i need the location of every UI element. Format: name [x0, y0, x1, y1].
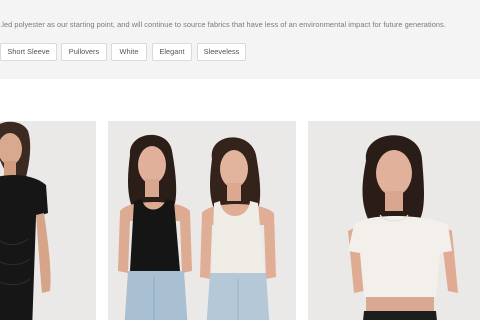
tag-white[interactable]: White — [111, 43, 147, 61]
product-card[interactable] — [308, 121, 480, 320]
collection-description: ...led polyester as our starting point, … — [0, 20, 446, 29]
product-image — [108, 121, 296, 320]
collection-header: ...led polyester as our starting point, … — [0, 0, 480, 79]
tag-pullovers[interactable]: Pullovers — [61, 43, 107, 61]
tag-elegant[interactable]: Elegant — [152, 43, 192, 61]
product-image — [0, 121, 96, 320]
tag-short-sleeve[interactable]: Short Sleeve — [0, 43, 57, 61]
product-image — [308, 121, 480, 320]
tag-sleeveless[interactable]: Sleeveless — [197, 43, 246, 61]
product-card[interactable] — [108, 121, 296, 320]
product-card[interactable] — [0, 121, 96, 320]
page: ...led polyester as our starting point, … — [0, 0, 480, 320]
